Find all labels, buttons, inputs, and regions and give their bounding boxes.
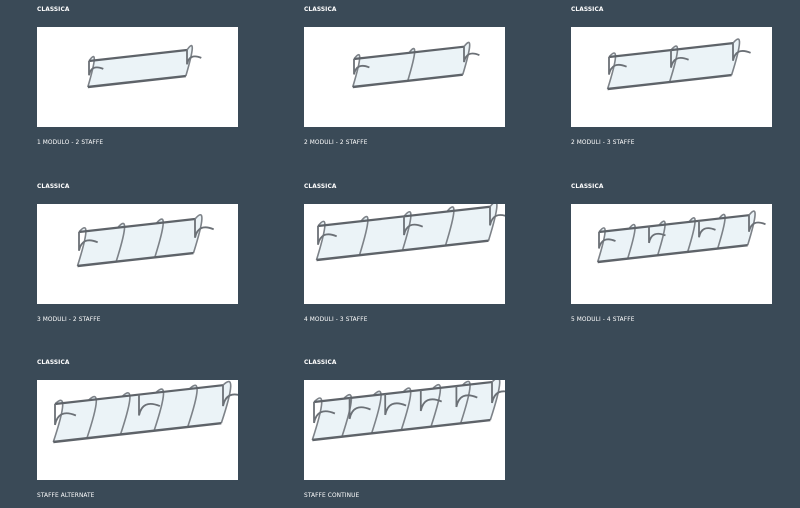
product-category: CLASSICA <box>37 358 70 366</box>
product-category: CLASSICA <box>304 182 337 190</box>
product-card[interactable]: CLASSICA 1 MODULO - 2 STAFFE <box>37 4 239 146</box>
product-category: CLASSICA <box>304 358 337 366</box>
canopy-drawing <box>311 380 505 442</box>
product-card[interactable]: CLASSICA STAFFE ALTERNATE <box>37 357 239 499</box>
product-caption[interactable]: 1 MODULO - 2 STAFFE <box>37 138 239 146</box>
product-category: CLASSICA <box>304 5 337 13</box>
canopy-drawing <box>76 213 215 268</box>
product-caption[interactable]: 3 MODULI - 2 STAFFE <box>37 315 239 323</box>
product-category: CLASSICA <box>571 5 604 13</box>
canopy-5-modules-image[interactable] <box>571 204 772 304</box>
canopy-2-modules-image[interactable] <box>304 27 505 127</box>
canopy-continuous-brackets-image[interactable] <box>304 380 505 480</box>
product-card[interactable]: CLASSICA 2 MODULI - 2 STAFFE <box>304 4 506 146</box>
product-caption[interactable]: STAFFE ALTERNATE <box>37 491 239 499</box>
product-caption[interactable]: 2 MODULI - 2 STAFFE <box>304 138 506 146</box>
canopy-4-modules-image[interactable] <box>304 204 505 304</box>
product-card[interactable]: CLASSICA STAFFE CONTINUE <box>304 357 506 499</box>
canopy-drawing <box>87 44 202 89</box>
canopy-drawing <box>351 41 480 89</box>
product-category: CLASSICA <box>37 182 70 190</box>
canopy-drawing <box>596 210 766 264</box>
product-caption[interactable]: 2 MODULI - 3 STAFFE <box>571 138 773 146</box>
canopy-drawing <box>315 204 505 262</box>
product-category: CLASSICA <box>571 182 604 190</box>
canopy-3-modules-image[interactable] <box>37 204 238 304</box>
product-category: CLASSICA <box>37 5 70 13</box>
product-card[interactable]: CLASSICA 3 MODULI - 2 STAFFE <box>37 181 239 323</box>
canopy-1-module-image[interactable] <box>37 27 238 127</box>
canopy-alternate-brackets-image[interactable] <box>37 380 238 480</box>
canopy-2-modules-3-brackets-image[interactable] <box>571 27 772 127</box>
product-caption[interactable]: 5 MODULI - 4 STAFFE <box>571 315 773 323</box>
product-card[interactable]: CLASSICA 4 MODULI - 3 STAFFE <box>304 181 506 323</box>
product-caption[interactable]: 4 MODULI - 3 STAFFE <box>304 315 506 323</box>
product-caption[interactable]: STAFFE CONTINUE <box>304 491 506 499</box>
canopy-drawing <box>52 380 238 444</box>
canopy-drawing <box>606 38 751 91</box>
product-card[interactable]: CLASSICA 2 MODULI - 3 STAFFE <box>571 4 773 146</box>
product-card[interactable]: CLASSICA 5 MODULI - 4 STAFFE <box>571 181 773 323</box>
